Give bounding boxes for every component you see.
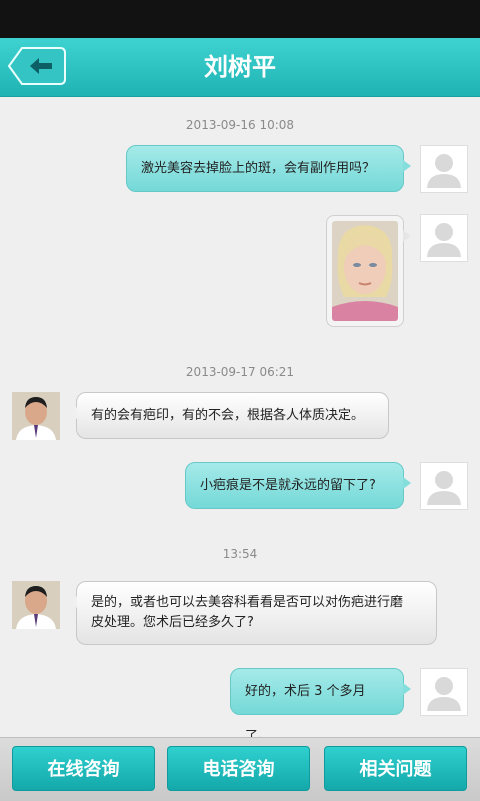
message-bubble-outgoing[interactable]: 小疤痕是不是就永远的留下了?: [185, 462, 411, 509]
user-avatar-icon: [427, 471, 461, 505]
message-line: 是的，或者也可以去美容科看看是否可以对伤疤进行磨: [91, 595, 404, 610]
sent-photo[interactable]: [332, 221, 398, 321]
doctor-avatar[interactable]: [12, 392, 60, 440]
online-consult-button[interactable]: 在线咨询: [12, 746, 155, 791]
doctor-avatar-icon: [12, 392, 60, 440]
message-line: 皮处理。您术后已经多久了?: [91, 615, 254, 630]
related-questions-button[interactable]: 相关问题: [324, 746, 467, 791]
message-bubble-incoming[interactable]: 有的会有疤印，有的不会，根据各人体质决定。: [69, 392, 389, 439]
doctor-avatar[interactable]: [12, 581, 60, 629]
user-avatar-icon: [427, 154, 461, 188]
image-message[interactable]: [326, 215, 411, 327]
user-avatar[interactable]: [420, 668, 468, 716]
user-avatar[interactable]: [420, 145, 468, 193]
timestamp: 13:54: [222, 547, 258, 561]
status-bar: [0, 0, 480, 38]
user-avatar[interactable]: [420, 462, 468, 510]
user-avatar-icon: [427, 677, 461, 711]
message-bubble-outgoing[interactable]: 激光美容去掉脸上的斑，会有副作用吗？: [126, 145, 411, 192]
message-bubble-outgoing[interactable]: 好的，术后 3 个多月了。: [230, 668, 411, 744]
page-title: 刘树平: [204, 53, 276, 81]
chat-area[interactable]: 2013-09-16 10:08 激光美容去掉脸上的斑，会有副作用吗？ 2013…: [0, 97, 480, 744]
message-bubble-incoming[interactable]: 是的，或者也可以去美容科看看是否可以对伤疤进行磨 皮处理。您术后已经多久了?: [69, 581, 437, 645]
user-avatar-icon: [427, 223, 461, 257]
user-avatar[interactable]: [420, 214, 468, 262]
portrait-image: [332, 221, 398, 321]
timestamp: 2013-09-16 10:08: [185, 118, 295, 132]
doctor-avatar-icon: [12, 581, 60, 629]
bottom-toolbar: 在线咨询 电话咨询 相关问题: [0, 737, 480, 801]
phone-consult-button[interactable]: 电话咨询: [167, 746, 310, 791]
header-bar: 刘树平: [0, 38, 480, 97]
timestamp: 2013-09-17 06:21: [185, 365, 295, 379]
